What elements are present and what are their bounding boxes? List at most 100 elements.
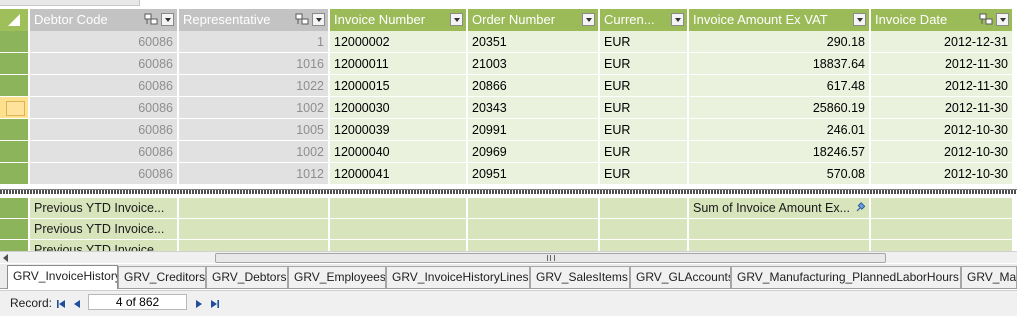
- last-record-icon[interactable]: [209, 298, 221, 310]
- tab-grv-glaccounts[interactable]: GRV_GLAccounts: [630, 266, 731, 288]
- totals-cell[interactable]: [689, 219, 870, 240]
- totals-row-selector[interactable]: [0, 198, 29, 219]
- cell-invoice-amount[interactable]: 18246.57: [689, 141, 870, 163]
- row-selector[interactable]: [0, 141, 29, 163]
- row-selector-current[interactable]: [0, 97, 29, 119]
- cell-invoice-number[interactable]: 12000039: [330, 119, 467, 141]
- cell-currency[interactable]: EUR: [600, 163, 688, 185]
- horizontal-scrollbar[interactable]: [0, 251, 1017, 263]
- totals-cell[interactable]: [330, 219, 467, 240]
- totals-cell[interactable]: [179, 219, 329, 240]
- totals-cell[interactable]: [468, 198, 599, 219]
- cell-representative[interactable]: 1002: [179, 97, 329, 119]
- tab-grv-invoicehistory[interactable]: GRV_InvoiceHistory: [7, 265, 118, 289]
- cell-currency[interactable]: EUR: [600, 119, 688, 141]
- cell-invoice-number[interactable]: 12000015: [330, 75, 467, 97]
- column-header-currency[interactable]: Curren...: [600, 9, 688, 31]
- column-dropdown-icon[interactable]: [853, 13, 866, 26]
- cell-invoice-date[interactable]: 2012-11-30: [871, 97, 1013, 119]
- totals-cell[interactable]: [600, 240, 688, 251]
- column-dropdown-icon[interactable]: [450, 13, 463, 26]
- cell-invoice-amount[interactable]: 570.08: [689, 163, 870, 185]
- cell-invoice-date[interactable]: 2012-10-30: [871, 119, 1013, 141]
- cell-invoice-number[interactable]: 12000011: [330, 53, 467, 75]
- cell-order-number[interactable]: 20351: [468, 31, 599, 53]
- cell-invoice-amount[interactable]: 25860.19: [689, 97, 870, 119]
- totals-row-selector[interactable]: [0, 240, 29, 251]
- cell-invoice-date[interactable]: 2012-12-31: [871, 31, 1013, 53]
- table-row[interactable]: 60086 1005 12000039 20991 EUR 246.01 201…: [0, 119, 1017, 141]
- tab-grv-man[interactable]: GRV_Man: [961, 266, 1017, 288]
- tab-grv-salesitems[interactable]: GRV_SalesItems: [530, 266, 630, 288]
- filter-icon[interactable]: [979, 13, 993, 26]
- column-header-representative[interactable]: Representative: [179, 9, 329, 31]
- column-dropdown-icon[interactable]: [161, 13, 174, 26]
- totals-cell[interactable]: [871, 219, 1013, 240]
- totals-label[interactable]: Previous YTD Invoice...: [30, 198, 178, 219]
- cell-representative[interactable]: 1: [179, 31, 329, 53]
- cell-order-number[interactable]: 20343: [468, 97, 599, 119]
- totals-cell[interactable]: [330, 198, 467, 219]
- cell-order-number[interactable]: 20991: [468, 119, 599, 141]
- tab-grv-debtors[interactable]: GRV_Debtors: [206, 266, 288, 288]
- cell-invoice-date[interactable]: 2012-10-30: [871, 141, 1013, 163]
- totals-cell[interactable]: [468, 219, 599, 240]
- previous-record-icon[interactable]: [71, 298, 83, 310]
- cell-invoice-amount[interactable]: 290.18: [689, 31, 870, 53]
- totals-cell[interactable]: [179, 198, 329, 219]
- cell-invoice-number[interactable]: 12000041: [330, 163, 467, 185]
- column-dropdown-icon[interactable]: [312, 13, 325, 26]
- cell-currency[interactable]: EUR: [600, 31, 688, 53]
- cell-invoice-number[interactable]: 12000030: [330, 97, 467, 119]
- totals-label[interactable]: Previous YTD Invoice...: [30, 240, 178, 251]
- cell-debtor-code[interactable]: 60086: [30, 31, 178, 53]
- totals-cell[interactable]: [179, 240, 329, 251]
- column-header-order-number[interactable]: Order Number: [468, 9, 599, 31]
- tab-grv-invoicehistorylines[interactable]: GRV_InvoiceHistoryLines: [386, 266, 530, 288]
- cell-debtor-code[interactable]: 60086: [30, 141, 178, 163]
- totals-cell[interactable]: [330, 240, 467, 251]
- first-record-icon[interactable]: [55, 298, 67, 310]
- table-row-current[interactable]: 60086 1002 12000030 20343 EUR 25860.19 2…: [0, 97, 1017, 119]
- next-record-icon[interactable]: [193, 298, 205, 310]
- cell-invoice-date[interactable]: 2012-11-30: [871, 53, 1013, 75]
- column-header-invoice-date[interactable]: Invoice Date: [871, 9, 1013, 31]
- cell-currency[interactable]: EUR: [600, 141, 688, 163]
- cell-invoice-number[interactable]: 12000002: [330, 31, 467, 53]
- cell-representative[interactable]: 1005: [179, 119, 329, 141]
- cell-invoice-date[interactable]: 2012-10-30: [871, 163, 1013, 185]
- tab-grv-employees[interactable]: GRV_Employees: [288, 266, 386, 288]
- row-selector[interactable]: [0, 163, 29, 185]
- scrollbar-thumb[interactable]: [215, 253, 886, 263]
- cell-debtor-code[interactable]: 60086: [30, 97, 178, 119]
- totals-cell[interactable]: [600, 198, 688, 219]
- table-row[interactable]: 60086 1 12000002 20351 EUR 290.18 2012-1…: [0, 31, 1017, 53]
- cell-currency[interactable]: EUR: [600, 53, 688, 75]
- totals-cell[interactable]: [871, 240, 1013, 251]
- cell-invoice-amount[interactable]: 18837.64: [689, 53, 870, 75]
- row-selector[interactable]: [0, 53, 29, 75]
- select-all-corner[interactable]: [0, 9, 29, 31]
- column-header-debtor-code[interactable]: Debtor Code: [30, 9, 178, 31]
- cell-currency[interactable]: EUR: [600, 97, 688, 119]
- cell-currency[interactable]: EUR: [600, 75, 688, 97]
- cell-debtor-code[interactable]: 60086: [30, 119, 178, 141]
- cell-representative[interactable]: 1022: [179, 75, 329, 97]
- filter-icon[interactable]: [295, 13, 309, 26]
- table-row[interactable]: 60086 1022 12000015 20866 EUR 617.48 201…: [0, 75, 1017, 97]
- pin-icon[interactable]: [855, 202, 865, 213]
- column-dropdown-icon[interactable]: [582, 13, 595, 26]
- table-row[interactable]: 60086 1002 12000040 20969 EUR 18246.57 2…: [0, 141, 1017, 163]
- row-selector[interactable]: [0, 31, 29, 53]
- cell-order-number[interactable]: 20951: [468, 163, 599, 185]
- row-selector[interactable]: [0, 119, 29, 141]
- filter-icon[interactable]: [144, 13, 158, 26]
- column-dropdown-icon[interactable]: [996, 13, 1009, 26]
- cell-debtor-code[interactable]: 60086: [30, 75, 178, 97]
- record-position-input[interactable]: [88, 294, 187, 310]
- cell-representative[interactable]: 1012: [179, 163, 329, 185]
- cell-order-number[interactable]: 21003: [468, 53, 599, 75]
- cell-debtor-code[interactable]: 60086: [30, 163, 178, 185]
- cell-order-number[interactable]: 20866: [468, 75, 599, 97]
- column-dropdown-icon[interactable]: [671, 13, 684, 26]
